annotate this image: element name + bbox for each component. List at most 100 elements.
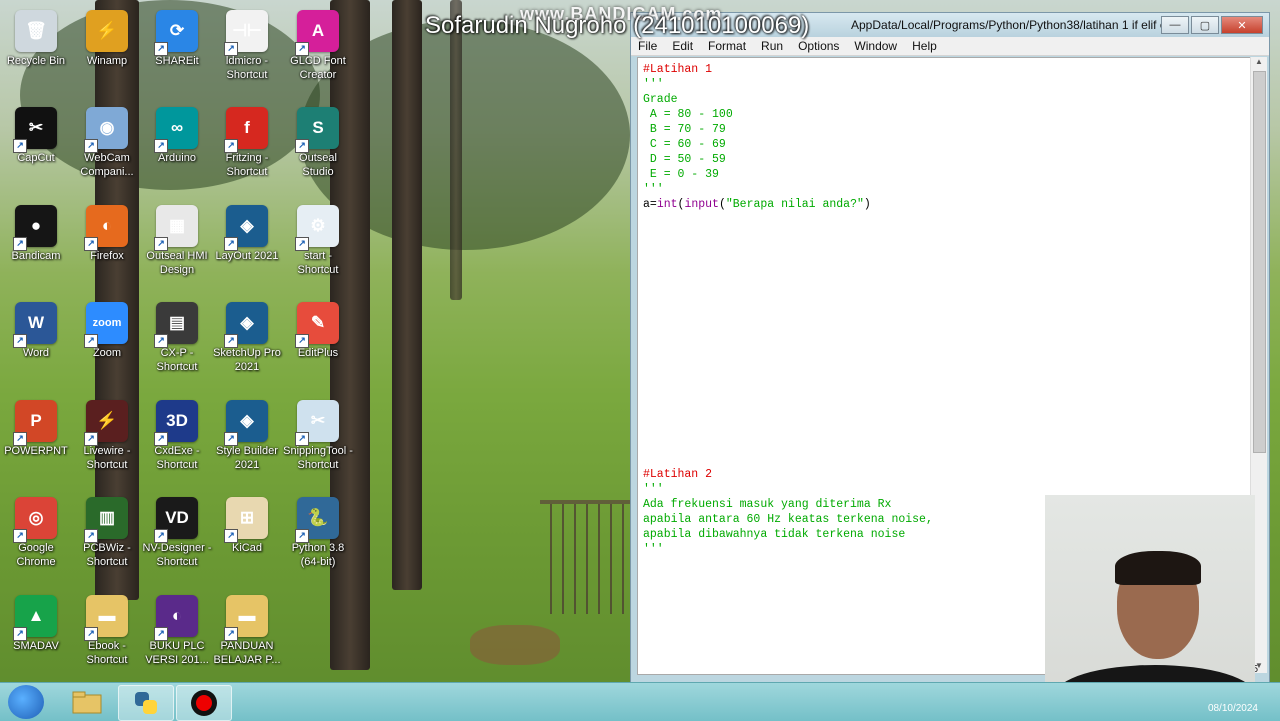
shortcut-arrow-icon: ↗ xyxy=(13,139,27,153)
windows-explorer-icon[interactable] xyxy=(60,685,114,719)
desktop-icon[interactable]: ▲ ↗ SMADAV xyxy=(0,589,72,653)
icon-glyph: ◈ xyxy=(240,313,254,332)
shortcut-arrow-icon: ↗ xyxy=(13,529,27,543)
kicad-icon: ⊞ ↗ xyxy=(224,497,268,543)
wooden-fence xyxy=(540,500,630,614)
outseal-studio-icon: S ↗ xyxy=(295,107,339,153)
desktop-icon[interactable]: ◈ ↗ SketchUp Pro 2021 xyxy=(211,296,283,374)
shortcut-arrow-icon: ↗ xyxy=(154,139,168,153)
window-title: AppData/Local/Programs/Python/Python38/l… xyxy=(851,18,1161,32)
desktop-icon[interactable]: W ↗ Word xyxy=(0,296,72,360)
desktop-icon-label: start - Shortcut xyxy=(297,250,339,276)
desktop-icon[interactable]: ▦ ↗ Outseal HMI Design xyxy=(141,199,213,277)
webcam-icon: ◉ ↗ xyxy=(84,107,128,153)
shortcut-arrow-icon: ↗ xyxy=(84,529,98,543)
scroll-up-arrow-icon[interactable]: ▲ xyxy=(1251,57,1267,69)
python-idle-icon[interactable] xyxy=(118,685,174,721)
desktop-icon[interactable]: VD ↗ NV-Designer - Shortcut xyxy=(141,491,213,569)
desktop-icon[interactable]: ✂ ↗ SnippingTool - Shortcut xyxy=(282,394,354,472)
desktop-icon[interactable]: ◈ ↗ LayOut 2021 xyxy=(211,199,283,263)
pcbwiz-icon: ▥ ↗ xyxy=(84,497,128,543)
desktop-icon-label: KiCad xyxy=(232,542,262,554)
desktop-icon-label: Fritzing - Shortcut xyxy=(225,152,269,178)
shortcut-arrow-icon: ↗ xyxy=(295,529,309,543)
desktop-icon-label: Recycle Bin xyxy=(6,55,66,67)
icon-glyph: 🗑 xyxy=(25,21,47,40)
shortcut-arrow-icon: ↗ xyxy=(154,42,168,56)
shortcut-arrow-icon: ↗ xyxy=(224,237,238,251)
shortcut-arrow-icon: ↗ xyxy=(84,237,98,251)
menu-run[interactable]: Run xyxy=(754,39,791,53)
layout-icon: ◈ ↗ xyxy=(224,205,268,251)
desktop-icon[interactable]: ⚡ ↗ Livewire - Shortcut xyxy=(71,394,143,472)
desktop-icon[interactable]: ◐ ↗ Firefox xyxy=(71,199,143,263)
arduino-icon: ∞ ↗ xyxy=(154,107,198,153)
desktop-icon-label: CxdExe - Shortcut xyxy=(154,445,200,471)
code-builtin-int: int xyxy=(656,198,678,211)
comment-latihan-2: #Latihan 2 xyxy=(643,468,713,481)
menu-help[interactable]: Help xyxy=(905,39,945,53)
icon-glyph: ● xyxy=(30,216,42,235)
taskbar: 08/10/2024 xyxy=(0,682,1280,721)
shortcut-arrow-icon: ↗ xyxy=(84,627,98,641)
menu-format[interactable]: Format xyxy=(701,39,754,53)
menu-edit[interactable]: Edit xyxy=(665,39,701,53)
desktop-icon-label: Outseal Studio xyxy=(299,152,337,178)
icon-glyph: ⊞ xyxy=(239,508,255,527)
desktop-icon[interactable]: ✎ ↗ EditPlus xyxy=(282,296,354,360)
icon-glyph: ⟳ xyxy=(169,21,185,40)
menu-file[interactable]: File xyxy=(631,39,665,53)
powerpoint-icon: P ↗ xyxy=(13,400,57,446)
menu-window[interactable]: Window xyxy=(847,39,905,53)
desktop-icon-label: Outseal HMI Design xyxy=(146,250,208,276)
close-button[interactable]: ✕ xyxy=(1221,16,1263,34)
desktop-icon[interactable]: ◐ ↗ BUKU PLC VERSI 201... xyxy=(141,589,213,667)
icon-glyph: ∞ xyxy=(170,118,184,137)
desktop-icon[interactable]: S ↗ Outseal Studio xyxy=(282,101,354,179)
desktop-icon[interactable]: ▬ ↗ PANDUAN BELAJAR P... xyxy=(211,589,283,667)
desktop-icon[interactable]: P ↗ POWERPNT xyxy=(0,394,72,458)
desktop-icon[interactable]: ▬ ↗ Ebook - Shortcut xyxy=(71,589,143,667)
desktop-icon[interactable]: f ↗ Fritzing - Shortcut xyxy=(211,101,283,179)
desktop-icon[interactable]: 🐍 ↗ Python 3.8 (64-bit) xyxy=(282,491,354,569)
scroll-thumb[interactable] xyxy=(1253,71,1266,453)
icon-glyph: ▥ xyxy=(98,508,116,527)
taskbar-clock-date[interactable]: 08/10/2024 xyxy=(1208,703,1258,714)
desktop-icon[interactable]: ⊣⊢ ↗ ldmicro - Shortcut xyxy=(211,4,283,82)
glcd-icon: A ↗ xyxy=(295,10,339,56)
sketchup-icon: ◈ ↗ xyxy=(224,302,268,348)
desktop-icon-label: Bandicam xyxy=(11,250,61,262)
desktop-icon[interactable]: ▤ ↗ CX-P - Shortcut xyxy=(141,296,213,374)
desktop-icon[interactable]: ⚡ Winamp xyxy=(71,4,143,68)
desktop-icon[interactable]: 🗑 Recycle Bin xyxy=(0,4,72,68)
desktop-icon[interactable]: ✂ ↗ CapCut xyxy=(0,101,72,165)
desktop-icon[interactable]: ◎ ↗ Google Chrome xyxy=(0,491,72,569)
bandicam-icon[interactable] xyxy=(176,685,232,721)
maximize-button[interactable]: ▢ xyxy=(1191,16,1219,34)
desktop-icon-label: NV-Designer - Shortcut xyxy=(142,542,212,568)
desktop-icon[interactable]: ● ↗ Bandicam xyxy=(0,199,72,263)
menu-options[interactable]: Options xyxy=(791,39,847,53)
desktop-icon[interactable]: ⚙ ↗ start - Shortcut xyxy=(282,199,354,277)
desktop-icon[interactable]: 3D ↗ CxdExe - Shortcut xyxy=(141,394,213,472)
desktop-icon-label: POWERPNT xyxy=(4,445,68,457)
start-button[interactable] xyxy=(8,685,44,719)
code-block-latihan-2: #Latihan 2 ''' Ada frekuensi masuk yang … xyxy=(643,467,933,557)
desktop-icon[interactable]: ◈ ↗ Style Builder 2021 xyxy=(211,394,283,472)
snipping-tool-icon: ✂ ↗ xyxy=(295,400,339,446)
desktop-icon-label: CapCut xyxy=(17,152,55,164)
desktop-icon[interactable]: ⟳ ↗ SHAREit xyxy=(141,4,213,68)
comment-latihan-1: #Latihan 1 xyxy=(643,63,713,76)
code-builtin-input: input xyxy=(684,198,719,211)
desktop-icon-label: Google Chrome xyxy=(16,542,56,568)
minimize-button[interactable]: — xyxy=(1161,16,1189,34)
desktop-icon-label: Zoom xyxy=(92,347,122,359)
shortcut-arrow-icon: ↗ xyxy=(295,139,309,153)
desktop-icon[interactable]: ▥ ↗ PCBWiz - Shortcut xyxy=(71,491,143,569)
desktop-icon[interactable]: A ↗ GLCD Font Creator xyxy=(282,4,354,82)
ldmicro-icon: ⊣⊢ ↗ xyxy=(224,10,268,56)
desktop-icon[interactable]: ◉ ↗ WebCam Compani... xyxy=(71,101,143,179)
desktop-icon[interactable]: ⊞ ↗ KiCad xyxy=(211,491,283,555)
desktop-icon[interactable]: ∞ ↗ Arduino xyxy=(141,101,213,165)
desktop-icon[interactable]: zoom ↗ Zoom xyxy=(71,296,143,360)
